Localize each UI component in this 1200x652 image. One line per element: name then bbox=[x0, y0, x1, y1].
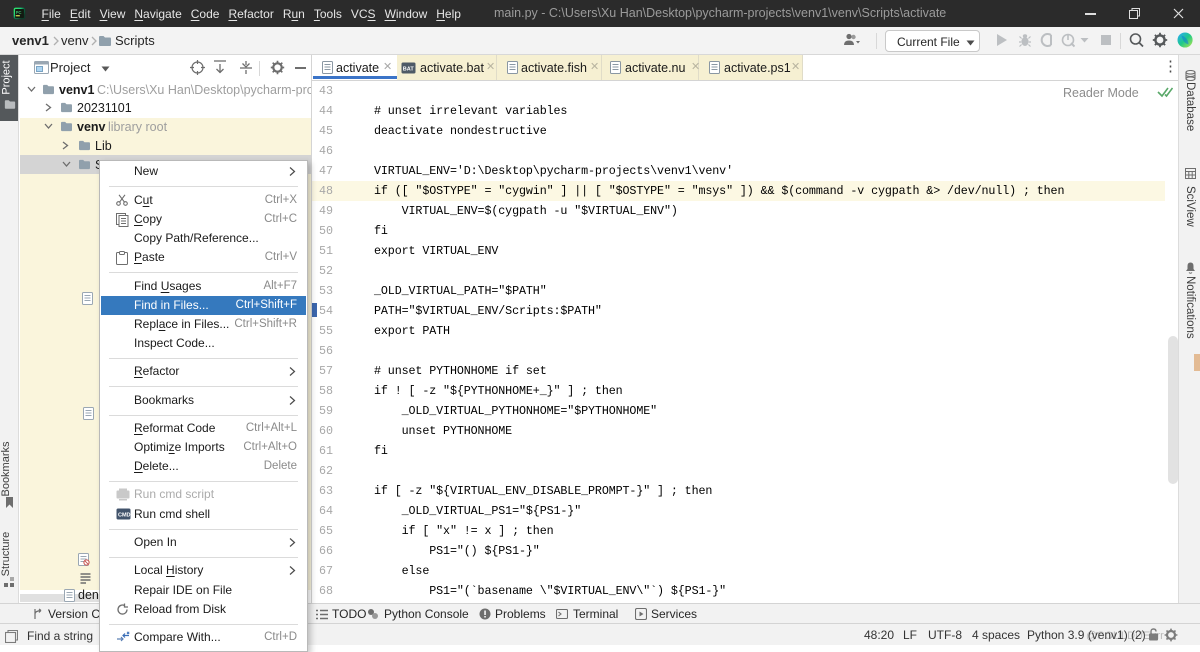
svg-text:CMD: CMD bbox=[118, 513, 131, 519]
svg-text:BAT: BAT bbox=[403, 67, 415, 73]
svg-text:PC: PC bbox=[16, 10, 22, 15]
